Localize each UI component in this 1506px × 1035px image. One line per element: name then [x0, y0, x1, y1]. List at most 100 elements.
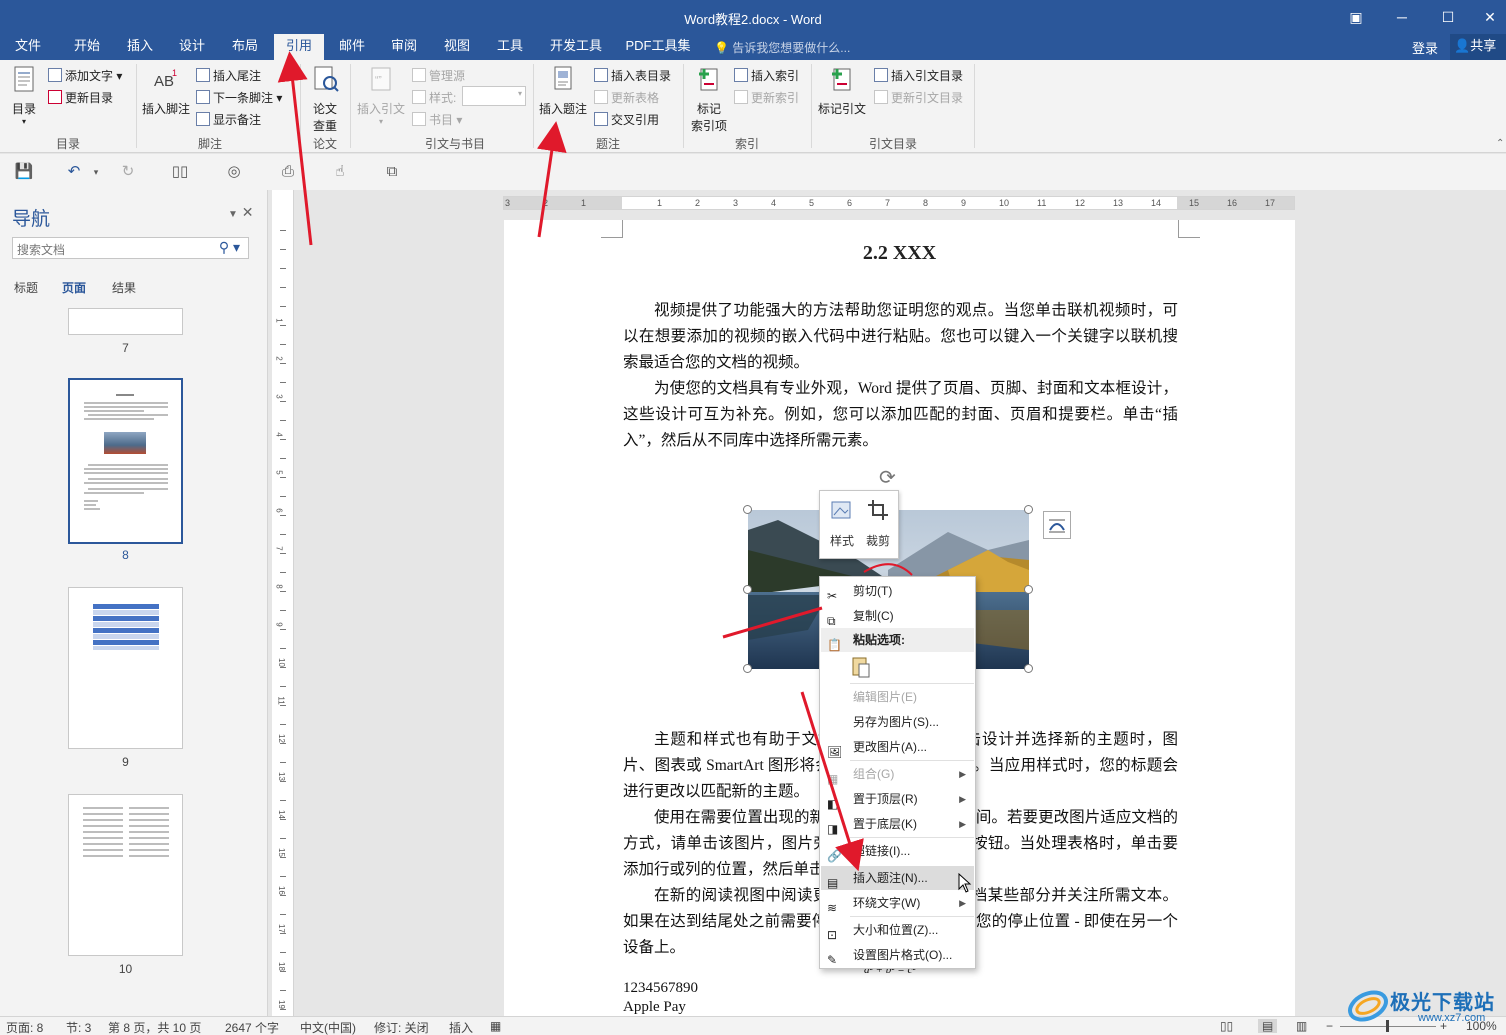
undo-icon[interactable]: ↶ [64, 162, 84, 182]
menu-item-send-to-back[interactable]: ◨ 置于底层(K) ▶ [821, 812, 974, 836]
status-revisions[interactable]: 修订: 关闭 [374, 1019, 429, 1035]
paper-check-button[interactable]: 论文 查重 [306, 64, 344, 134]
web-layout-view-icon[interactable]: ▥ [1296, 1019, 1307, 1033]
tab-references[interactable]: 引用 [274, 34, 324, 60]
tab-developer[interactable]: 开发工具 [544, 34, 608, 60]
nav-tab-pages[interactable]: 页面 [62, 279, 86, 296]
tab-file[interactable]: 文件 [8, 34, 48, 60]
next-footnote-button[interactable]: 下一条脚注 ▾ [196, 88, 282, 108]
style-button[interactable]: 样式 [824, 497, 860, 549]
insert-caption-button[interactable]: 插入题注 [537, 64, 589, 117]
menu-item-edit-picture[interactable]: 编辑图片(E) [821, 685, 974, 709]
tab-mailings[interactable]: 邮件 [332, 34, 372, 60]
mark-citation-button[interactable]: 标记引文 [815, 64, 869, 117]
rotate-handle-icon[interactable]: ⟳ [879, 465, 896, 490]
insert-citation-button[interactable]: “” 插入引文 ▾ [354, 64, 408, 126]
resize-handle[interactable] [743, 664, 752, 673]
menu-item-size-position[interactable]: ⊡ 大小和位置(Z)... [821, 918, 974, 942]
update-index-button[interactable]: 更新索引 [734, 88, 799, 108]
minimize-button[interactable]: ─ [1382, 4, 1422, 30]
tell-me-search[interactable]: 💡 告诉我您想要做什么... [714, 39, 850, 56]
macro-record-icon[interactable]: ▦ [490, 1019, 501, 1033]
menu-item-format-picture[interactable]: ✎ 设置图片格式(O)... [821, 943, 974, 967]
paste-keep-format-icon[interactable] [850, 655, 872, 679]
maximize-button[interactable]: ☐ [1428, 4, 1468, 30]
insert-table-of-figures-button[interactable]: 插入表目录 [594, 66, 671, 86]
zoom-out-button[interactable]: − [1326, 1019, 1333, 1033]
login-link[interactable]: 登录 [1412, 38, 1438, 57]
insert-footnote-button[interactable]: AB 1 插入脚注 [141, 64, 191, 117]
menu-item-copy[interactable]: ⧉ 复制(C) [821, 604, 974, 628]
chevron-down-icon[interactable]: ▼ [228, 209, 238, 220]
cross-reference-button[interactable]: 交叉引用 [594, 110, 659, 130]
tab-review[interactable]: 审阅 [384, 34, 424, 60]
menu-item-save-as-picture[interactable]: 另存为图片(S)... [821, 710, 974, 734]
ribbon-display-options-icon[interactable]: ▣ [1336, 4, 1376, 30]
menu-item-wrap-text[interactable]: ≋ 环绕文字(W) ▶ [821, 891, 974, 915]
search-input[interactable]: 搜索文档 ⚲ ▾ [12, 237, 249, 259]
insert-toa-button[interactable]: 插入引文目录 [874, 66, 963, 86]
mark-entry-button[interactable]: 标记 索引项 [687, 64, 731, 134]
save-icon[interactable]: 💾 [14, 162, 34, 182]
status-language[interactable]: 中文(中国) [300, 1019, 356, 1035]
nav-tab-results[interactable]: 结果 [112, 279, 136, 296]
tab-pdf-tools[interactable]: PDF工具集 [622, 34, 694, 60]
close-icon[interactable]: ✕ [242, 204, 254, 220]
tab-design[interactable]: 设计 [172, 34, 212, 60]
nav-pane-controls[interactable]: ▼ ✕ [228, 204, 254, 221]
tab-insert[interactable]: 插入 [120, 34, 160, 60]
resize-handle[interactable] [1024, 664, 1033, 673]
status-page[interactable]: 页面: 8 [6, 1019, 43, 1035]
page-thumbnail[interactable] [68, 308, 183, 335]
status-page-count[interactable]: 第 8 页，共 10 页 [108, 1019, 201, 1035]
status-section[interactable]: 节: 3 [66, 1019, 91, 1035]
nav-tab-headings[interactable]: 标题 [14, 279, 38, 296]
update-table-button[interactable]: 更新表格 [594, 88, 659, 108]
menu-item-hyperlink[interactable]: 🔗 超链接(I)... [821, 839, 974, 863]
update-toc-button[interactable]: 更新目录 [48, 88, 113, 108]
touch-mode-icon[interactable]: ☝ [330, 162, 350, 182]
print-preview-icon[interactable]: ⎙ [278, 162, 298, 182]
toc-button[interactable]: 目录 ▾ [8, 64, 40, 126]
tab-home[interactable]: 开始 [66, 34, 108, 60]
collapse-ribbon-icon[interactable]: ⌃ [1496, 138, 1504, 149]
menu-item-cut[interactable]: ✂ 剪切(T) [821, 579, 974, 603]
tab-view[interactable]: 视图 [437, 34, 477, 60]
insert-endnote-button[interactable]: 插入尾注 [196, 66, 261, 86]
search-icon[interactable]: ⚲ ▾ [219, 239, 240, 256]
share-button[interactable]: 👤共享 [1450, 34, 1506, 60]
read-mode-view-icon[interactable]: ▯▯ [1220, 1019, 1233, 1033]
ruler-tick [280, 800, 286, 801]
bibliography-button[interactable]: 书目 ▾ [412, 110, 462, 130]
read-mode-icon[interactable]: ▯▯ [170, 162, 190, 182]
insert-index-button[interactable]: 插入索引 [734, 66, 799, 86]
page-thumbnail[interactable] [68, 587, 183, 749]
resize-handle[interactable] [743, 505, 752, 514]
menu-item-bring-to-front[interactable]: ◧ 置于顶层(R) ▶ [821, 787, 974, 811]
menu-item-change-picture[interactable]: 🖼 更改图片(A)... [821, 735, 974, 759]
citation-style-select[interactable]: ▾ [462, 86, 526, 106]
status-word-count[interactable]: 2647 个字 [225, 1019, 279, 1035]
status-insert-mode[interactable]: 插入 [449, 1019, 473, 1035]
close-button[interactable]: ✕ [1470, 4, 1506, 30]
tab-layout[interactable]: 布局 [225, 34, 265, 60]
resize-handle[interactable] [743, 585, 752, 594]
update-toa-button[interactable]: 更新引文目录 [874, 88, 963, 108]
web-layout-icon[interactable]: ◎ [224, 162, 244, 182]
redo-icon[interactable]: ↻ [118, 162, 138, 182]
print-layout-view-icon[interactable]: ▤ [1258, 1019, 1278, 1033]
add-text-button[interactable]: 添加文字 ▾ [48, 66, 122, 86]
menu-item-group[interactable]: ▦ 组合(G) ▶ [821, 762, 974, 786]
manage-sources-button[interactable]: 管理源 [412, 66, 465, 86]
resize-handle[interactable] [1024, 585, 1033, 594]
tab-tools[interactable]: 工具 [490, 34, 530, 60]
menu-item-insert-caption[interactable]: ▤ 插入题注(N)... [821, 866, 974, 890]
show-notes-button[interactable]: 显示备注 [196, 110, 261, 130]
undo-dropdown-icon[interactable]: ▾ [86, 162, 106, 182]
crop-button[interactable]: 裁剪 [860, 497, 896, 549]
page-thumbnail[interactable] [68, 794, 183, 956]
page-thumbnail-selected[interactable] [68, 378, 183, 544]
layout-options-icon[interactable] [1043, 511, 1071, 539]
customize-qat-icon[interactable]: ⧉ [382, 162, 402, 182]
resize-handle[interactable] [1024, 505, 1033, 514]
